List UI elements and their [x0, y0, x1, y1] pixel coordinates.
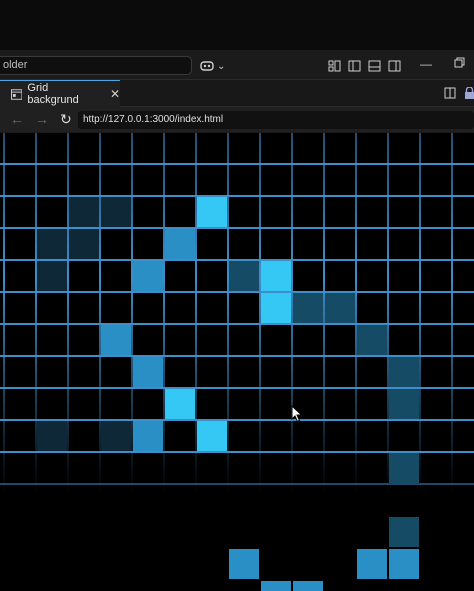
grid-line-vertical: [67, 133, 69, 493]
grid-cell-mid: [133, 261, 163, 291]
grid-cell-bright: [197, 197, 227, 227]
grid-cell-bright: [261, 261, 291, 291]
grid-cell-mid: [229, 549, 259, 579]
grid-cell-faint: [37, 261, 67, 291]
restore-icon[interactable]: [454, 57, 465, 71]
grid-cell-mid: [101, 325, 131, 355]
close-icon[interactable]: ✕: [110, 87, 120, 101]
grid-line-vertical: [451, 133, 453, 493]
grid-cell-faint: [69, 197, 99, 227]
grid-cell-dim: [293, 293, 323, 323]
url-input[interactable]: http://127.0.0.1:3000/index.html: [78, 111, 474, 129]
grid-line-vertical: [3, 133, 5, 493]
toggle-sidebar-right-icon[interactable]: [388, 59, 401, 72]
grid-cell-bright: [165, 389, 195, 419]
copilot-button[interactable]: ⌄: [200, 59, 225, 73]
desktop-top-strip: [0, 0, 474, 50]
grid-line-horizontal: [0, 163, 474, 165]
grid-cell-faint: [37, 421, 67, 451]
grid-cell-dim: [229, 261, 259, 291]
split-editor-icon[interactable]: [444, 86, 456, 104]
grid-cell-bright: [197, 421, 227, 451]
grid-cell-dim: [389, 517, 419, 547]
grid-line-horizontal: [0, 291, 474, 293]
grid-cell-faint: [101, 421, 131, 451]
command-center-search[interactable]: older: [0, 56, 192, 75]
grid-cell-dim: [389, 389, 419, 419]
grid-cell-dim: [389, 357, 419, 387]
grid-cell-dim: [325, 293, 355, 323]
lock-icon[interactable]: [464, 86, 474, 104]
grid-line-vertical: [387, 133, 389, 493]
grid-cell-mid: [261, 581, 291, 591]
mouse-cursor-icon: [291, 405, 303, 423]
grid-cell-mid: [357, 549, 387, 579]
tab-grid-background[interactable]: Grid backgrund ✕: [0, 80, 120, 107]
back-arrow-icon[interactable]: ←: [10, 111, 24, 127]
toggle-panel-icon[interactable]: [368, 59, 381, 72]
minimize-icon[interactable]: —: [420, 57, 432, 71]
grid-cell-faint: [37, 229, 67, 259]
grid-line-horizontal: [0, 323, 474, 325]
tab-title: Grid backgrund: [27, 82, 79, 106]
grid-cell-dim: [389, 453, 419, 483]
editor-actions: [444, 86, 474, 104]
grid-cell-faint: [101, 197, 131, 227]
preview-icon: [11, 88, 23, 100]
toggle-sidebar-left-icon[interactable]: [348, 59, 361, 72]
grid-cell-mid: [133, 357, 163, 387]
chevron-down-icon: ⌄: [217, 60, 226, 72]
grid-line-vertical: [163, 133, 165, 493]
grid-line-vertical: [419, 133, 421, 493]
grid-cell-mid: [389, 549, 419, 579]
grid-cell-mid: [293, 581, 323, 591]
grid-cell-dim: [357, 325, 387, 355]
grid-line-vertical: [227, 133, 229, 493]
layout-controls: [328, 59, 401, 72]
grid-cell-faint: [69, 229, 99, 259]
grid-cell-mid: [165, 229, 195, 259]
grid-line-vertical: [355, 133, 357, 493]
reload-icon[interactable]: ↻: [60, 111, 72, 127]
grid-canvas[interactable]: [0, 133, 474, 591]
grid-cell-bright: [261, 293, 291, 323]
customize-layout-icon[interactable]: [328, 59, 341, 72]
forward-arrow-icon[interactable]: →: [35, 111, 49, 127]
grid-line-horizontal: [0, 419, 474, 421]
copilot-icon: [200, 61, 214, 71]
grid-cell-mid: [133, 421, 163, 451]
grid-line-horizontal: [0, 483, 474, 485]
